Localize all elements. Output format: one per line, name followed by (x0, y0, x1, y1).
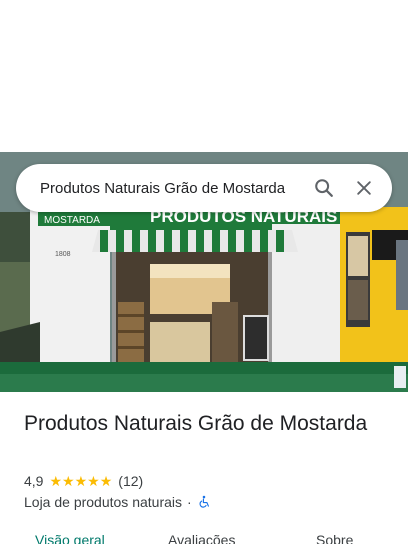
place-info-panel: Produtos Naturais Grão de Mostarda 4,9 ★… (0, 392, 408, 544)
tab-about[interactable]: Sobre (316, 532, 353, 544)
rating-value: 4,9 (24, 473, 44, 489)
house-number: 1808 (55, 251, 71, 258)
place-name: Produtos Naturais Grão de Mostarda (24, 412, 368, 435)
maps-place-page: PRODUTOS NATURAIS MOSTARDA 1808 Produtos… (0, 0, 408, 544)
side-sign-text: MOSTARDA (44, 215, 100, 226)
star-icon: ★ (99, 473, 113, 489)
search-icon (315, 179, 333, 197)
star-icon: ★ (74, 473, 88, 489)
star-icon: ★ (49, 473, 63, 489)
wheelchair-icon[interactable] (197, 494, 211, 510)
blank-area (0, 0, 408, 152)
search-button[interactable] (304, 168, 344, 208)
clear-search-button[interactable] (344, 168, 384, 208)
rating-row: 4,9 ★ ★ ★ ★ ★ (12) (24, 472, 143, 490)
review-count[interactable]: (12) (118, 473, 143, 489)
place-category: Loja de produtos naturais (24, 494, 182, 510)
tab-overview[interactable]: Visão geral (35, 532, 105, 544)
rating-stars: ★ ★ ★ ★ ★ (49, 474, 112, 488)
search-bar (16, 164, 392, 212)
close-icon (357, 181, 371, 195)
separator-dot: · (187, 494, 192, 510)
star-icon: ★ (62, 473, 75, 489)
place-tabs: Visão geral Avaliações Sobre (0, 530, 408, 544)
search-input[interactable] (40, 179, 304, 197)
star-icon: ★ (87, 473, 100, 489)
tab-reviews[interactable]: Avaliações (168, 532, 235, 544)
category-row: Loja de produtos naturais · (24, 493, 211, 511)
